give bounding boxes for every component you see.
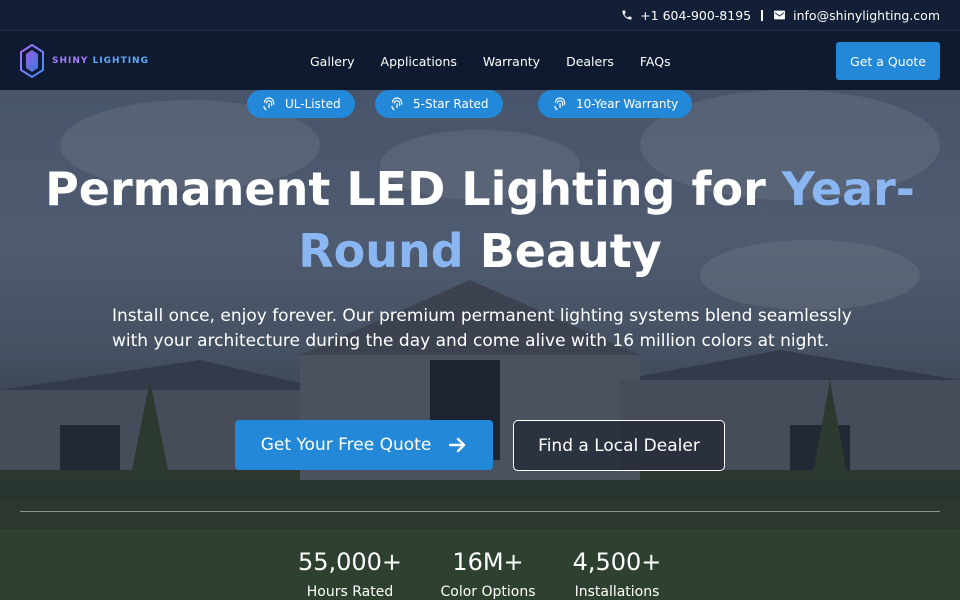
trust-badges: UL-Listed 5-Star Rated 10-Year Warranty <box>0 90 960 120</box>
email-link[interactable]: info@shinylighting.com <box>773 8 940 23</box>
stat-label: Color Options <box>440 584 536 600</box>
brand-word-1: SHINY <box>52 56 89 66</box>
hero-section: UL-Listed 5-Star Rated 10-Year Warranty … <box>0 90 960 600</box>
email-address: info@shinylighting.com <box>793 7 940 23</box>
stat-label: Hours Rated <box>306 584 394 600</box>
nav-item-applications[interactable]: Applications <box>381 54 457 69</box>
hero-divider <box>20 511 940 512</box>
stat-color-options: 16M+ Color Options <box>428 548 548 600</box>
stat-hours-rated: 55,000+ Hours Rated <box>290 548 410 600</box>
fingerprint-icon <box>391 97 403 111</box>
phone-link[interactable]: +1 604-900-8195 <box>621 8 751 23</box>
get-a-quote-button[interactable]: Get a Quote <box>836 42 940 80</box>
headline-part: Beauty <box>463 224 662 278</box>
phone-icon <box>622 10 632 20</box>
nav-item-dealers[interactable]: Dealers <box>566 54 614 69</box>
headline-part: Permanent LED Lighting for <box>45 162 782 216</box>
stat-value: 55,000+ <box>297 548 403 576</box>
badge-5-star-rated: 5-Star Rated <box>375 90 503 118</box>
nav-item-faqs[interactable]: FAQs <box>640 54 671 69</box>
brand-name: SHINY LIGHTING <box>52 56 149 66</box>
hero-subtext: Install once, enjoy forever. Our premium… <box>112 306 852 351</box>
fingerprint-icon <box>263 97 275 111</box>
nav-item-gallery[interactable]: Gallery <box>310 54 355 69</box>
badge-label: 5-Star Rated <box>413 97 489 111</box>
stat-value: 16M+ <box>452 548 524 576</box>
stat-value: 4,500+ <box>572 548 662 576</box>
fingerprint-icon <box>554 97 566 111</box>
gem-logo-icon <box>20 44 44 78</box>
badge-ul-listed: UL-Listed <box>247 90 355 118</box>
headline-highlight: Round <box>298 224 464 278</box>
arrow-right-icon <box>449 437 466 453</box>
nav-menu: Gallery Applications Warranty Dealers FA… <box>310 31 671 91</box>
main-nav: SHINY LIGHTING Gallery Applications Warr… <box>0 30 960 90</box>
phone-number: +1 604-900-8195 <box>640 7 752 23</box>
contact-bar: +1 604-900-8195 info@shinylighting.com <box>0 0 960 30</box>
brand-word-2: LIGHTING <box>92 56 149 66</box>
get-free-quote-button[interactable]: Get Your Free Quote <box>235 420 493 470</box>
stat-installations: 4,500+ Installations <box>557 548 677 600</box>
badge-10-year-warranty: 10-Year Warranty <box>538 90 693 118</box>
badge-label: UL-Listed <box>285 97 341 111</box>
hero-headline: Permanent LED Lighting for Year- Round Be… <box>40 158 920 282</box>
headline-highlight: Year- <box>781 162 915 216</box>
button-label: Get Your Free Quote <box>260 435 432 455</box>
nav-item-warranty[interactable]: Warranty <box>483 54 540 69</box>
envelope-icon <box>774 10 786 20</box>
badge-label: 10-Year Warranty <box>576 97 679 111</box>
divider <box>761 9 764 21</box>
find-local-dealer-button[interactable]: Find a Local Dealer <box>513 420 725 471</box>
stat-label: Installations <box>574 584 660 600</box>
brand-logo[interactable]: SHINY LIGHTING <box>20 44 149 78</box>
